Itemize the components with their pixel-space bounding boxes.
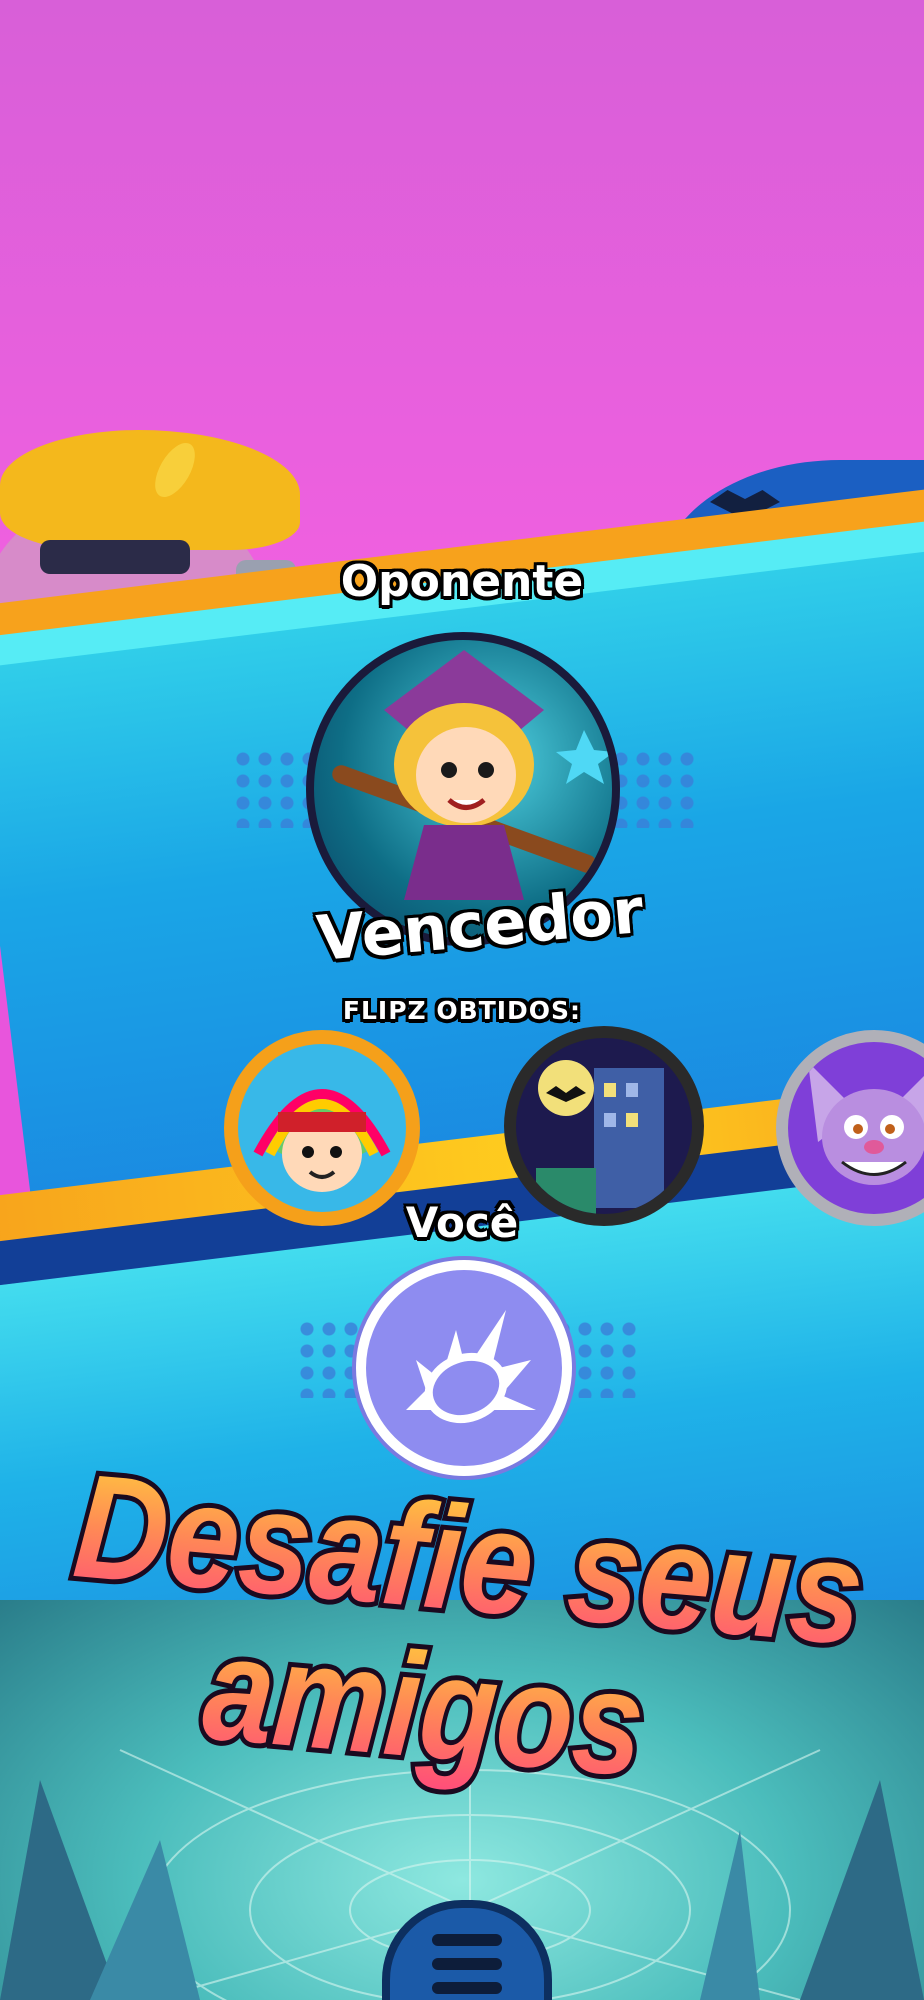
- menu-button[interactable]: [382, 1900, 552, 2000]
- player-label: Você: [405, 1198, 519, 1247]
- flipz-item-rainbow[interactable]: [224, 1030, 420, 1226]
- flip-disc-icon: [406, 1310, 536, 1424]
- flipz-item-haunted-building[interactable]: [504, 1026, 704, 1226]
- menu-icon: [432, 1934, 502, 1994]
- flipz-obtained-label: FLIPZ OBTIDOS:: [342, 996, 582, 1025]
- promo-headline: Desafie seus amigos: [63, 1440, 874, 1813]
- bat-creature-icon: [808, 1062, 924, 1185]
- rainbow-kid-icon: [253, 1089, 391, 1192]
- haunted-building-icon: [536, 1060, 664, 1214]
- opponent-label: Oponente: [340, 556, 584, 607]
- game-screen: Oponente Vencedor FLIPZ OBTIDOS: Você De…: [0, 0, 924, 2000]
- dot-pattern: [610, 748, 700, 828]
